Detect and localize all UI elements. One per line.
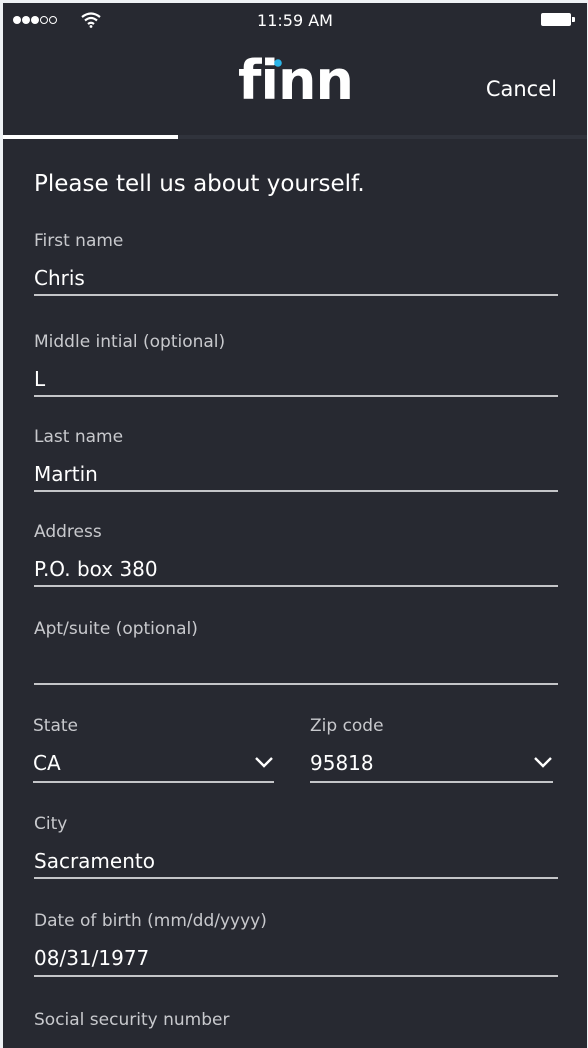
first-name-input[interactable]: Chris [34, 263, 558, 293]
middle-initial-label: Middle intial (optional) [34, 332, 226, 352]
zip-code-label: Zip code [310, 716, 384, 736]
zip-code-value[interactable]: 95818 [310, 748, 553, 778]
address-input[interactable]: P.O. box 380 [34, 554, 558, 584]
apt-suite-label: Apt/suite (optional) [34, 619, 198, 639]
middle-initial-field[interactable]: Middle intial (optional) L [34, 332, 558, 400]
last-name-input[interactable]: Martin [34, 459, 558, 489]
middle-initial-input[interactable]: L [34, 364, 558, 394]
first-name-field[interactable]: First name Chris [34, 231, 558, 299]
apt-suite-input[interactable] [34, 651, 558, 681]
city-input[interactable]: Sacramento [34, 846, 558, 876]
finn-logo: finn [238, 51, 354, 112]
chevron-down-icon[interactable] [533, 756, 553, 768]
last-name-underline [34, 490, 558, 492]
ssn-label: Social security number [34, 1010, 230, 1030]
last-name-field[interactable]: Last name Martin [34, 427, 558, 495]
state-underline [33, 781, 274, 783]
state-value[interactable]: CA [33, 748, 274, 778]
status-time: 11:59 AM [257, 11, 333, 30]
progress-bar [3, 135, 587, 139]
date-of-birth-label: Date of birth (mm/dd/yyyy) [34, 911, 267, 931]
status-bar: 11:59 AM [3, 3, 587, 37]
date-of-birth-underline [34, 975, 558, 977]
state-select[interactable]: State CA [33, 716, 274, 784]
app-header: finn Cancel [3, 37, 587, 137]
battery-icon [541, 13, 575, 26]
cancel-button[interactable]: Cancel [486, 77, 557, 101]
address-label: Address [34, 522, 102, 542]
chevron-down-icon[interactable] [254, 756, 274, 768]
first-name-underline [34, 294, 558, 296]
logo-accent-dot [274, 59, 282, 67]
zip-code-underline [310, 781, 553, 783]
apt-suite-field[interactable]: Apt/suite (optional) [34, 619, 558, 687]
city-field[interactable]: City Sacramento [34, 814, 558, 882]
progress-bar-fill [3, 135, 179, 139]
date-of-birth-field[interactable]: Date of birth (mm/dd/yyyy) 08/31/1977 [34, 911, 558, 979]
page-title: Please tell us about yourself. [34, 171, 365, 197]
ssn-field[interactable]: Social security number [34, 1010, 558, 1048]
phone-screen: 11:59 AM finn Cancel Please tell us abou… [3, 3, 587, 1048]
city-underline [34, 877, 558, 879]
state-label: State [33, 716, 78, 736]
last-name-label: Last name [34, 427, 124, 447]
apt-suite-underline [34, 683, 558, 685]
zip-code-select[interactable]: Zip code 95818 [310, 716, 553, 784]
first-name-label: First name [34, 231, 124, 251]
city-label: City [34, 814, 68, 834]
address-field[interactable]: Address P.O. box 380 [34, 522, 558, 590]
date-of-birth-input[interactable]: 08/31/1977 [34, 943, 558, 973]
svg-text:finn: finn [238, 51, 353, 112]
middle-initial-underline [34, 395, 558, 397]
address-underline [34, 585, 558, 587]
